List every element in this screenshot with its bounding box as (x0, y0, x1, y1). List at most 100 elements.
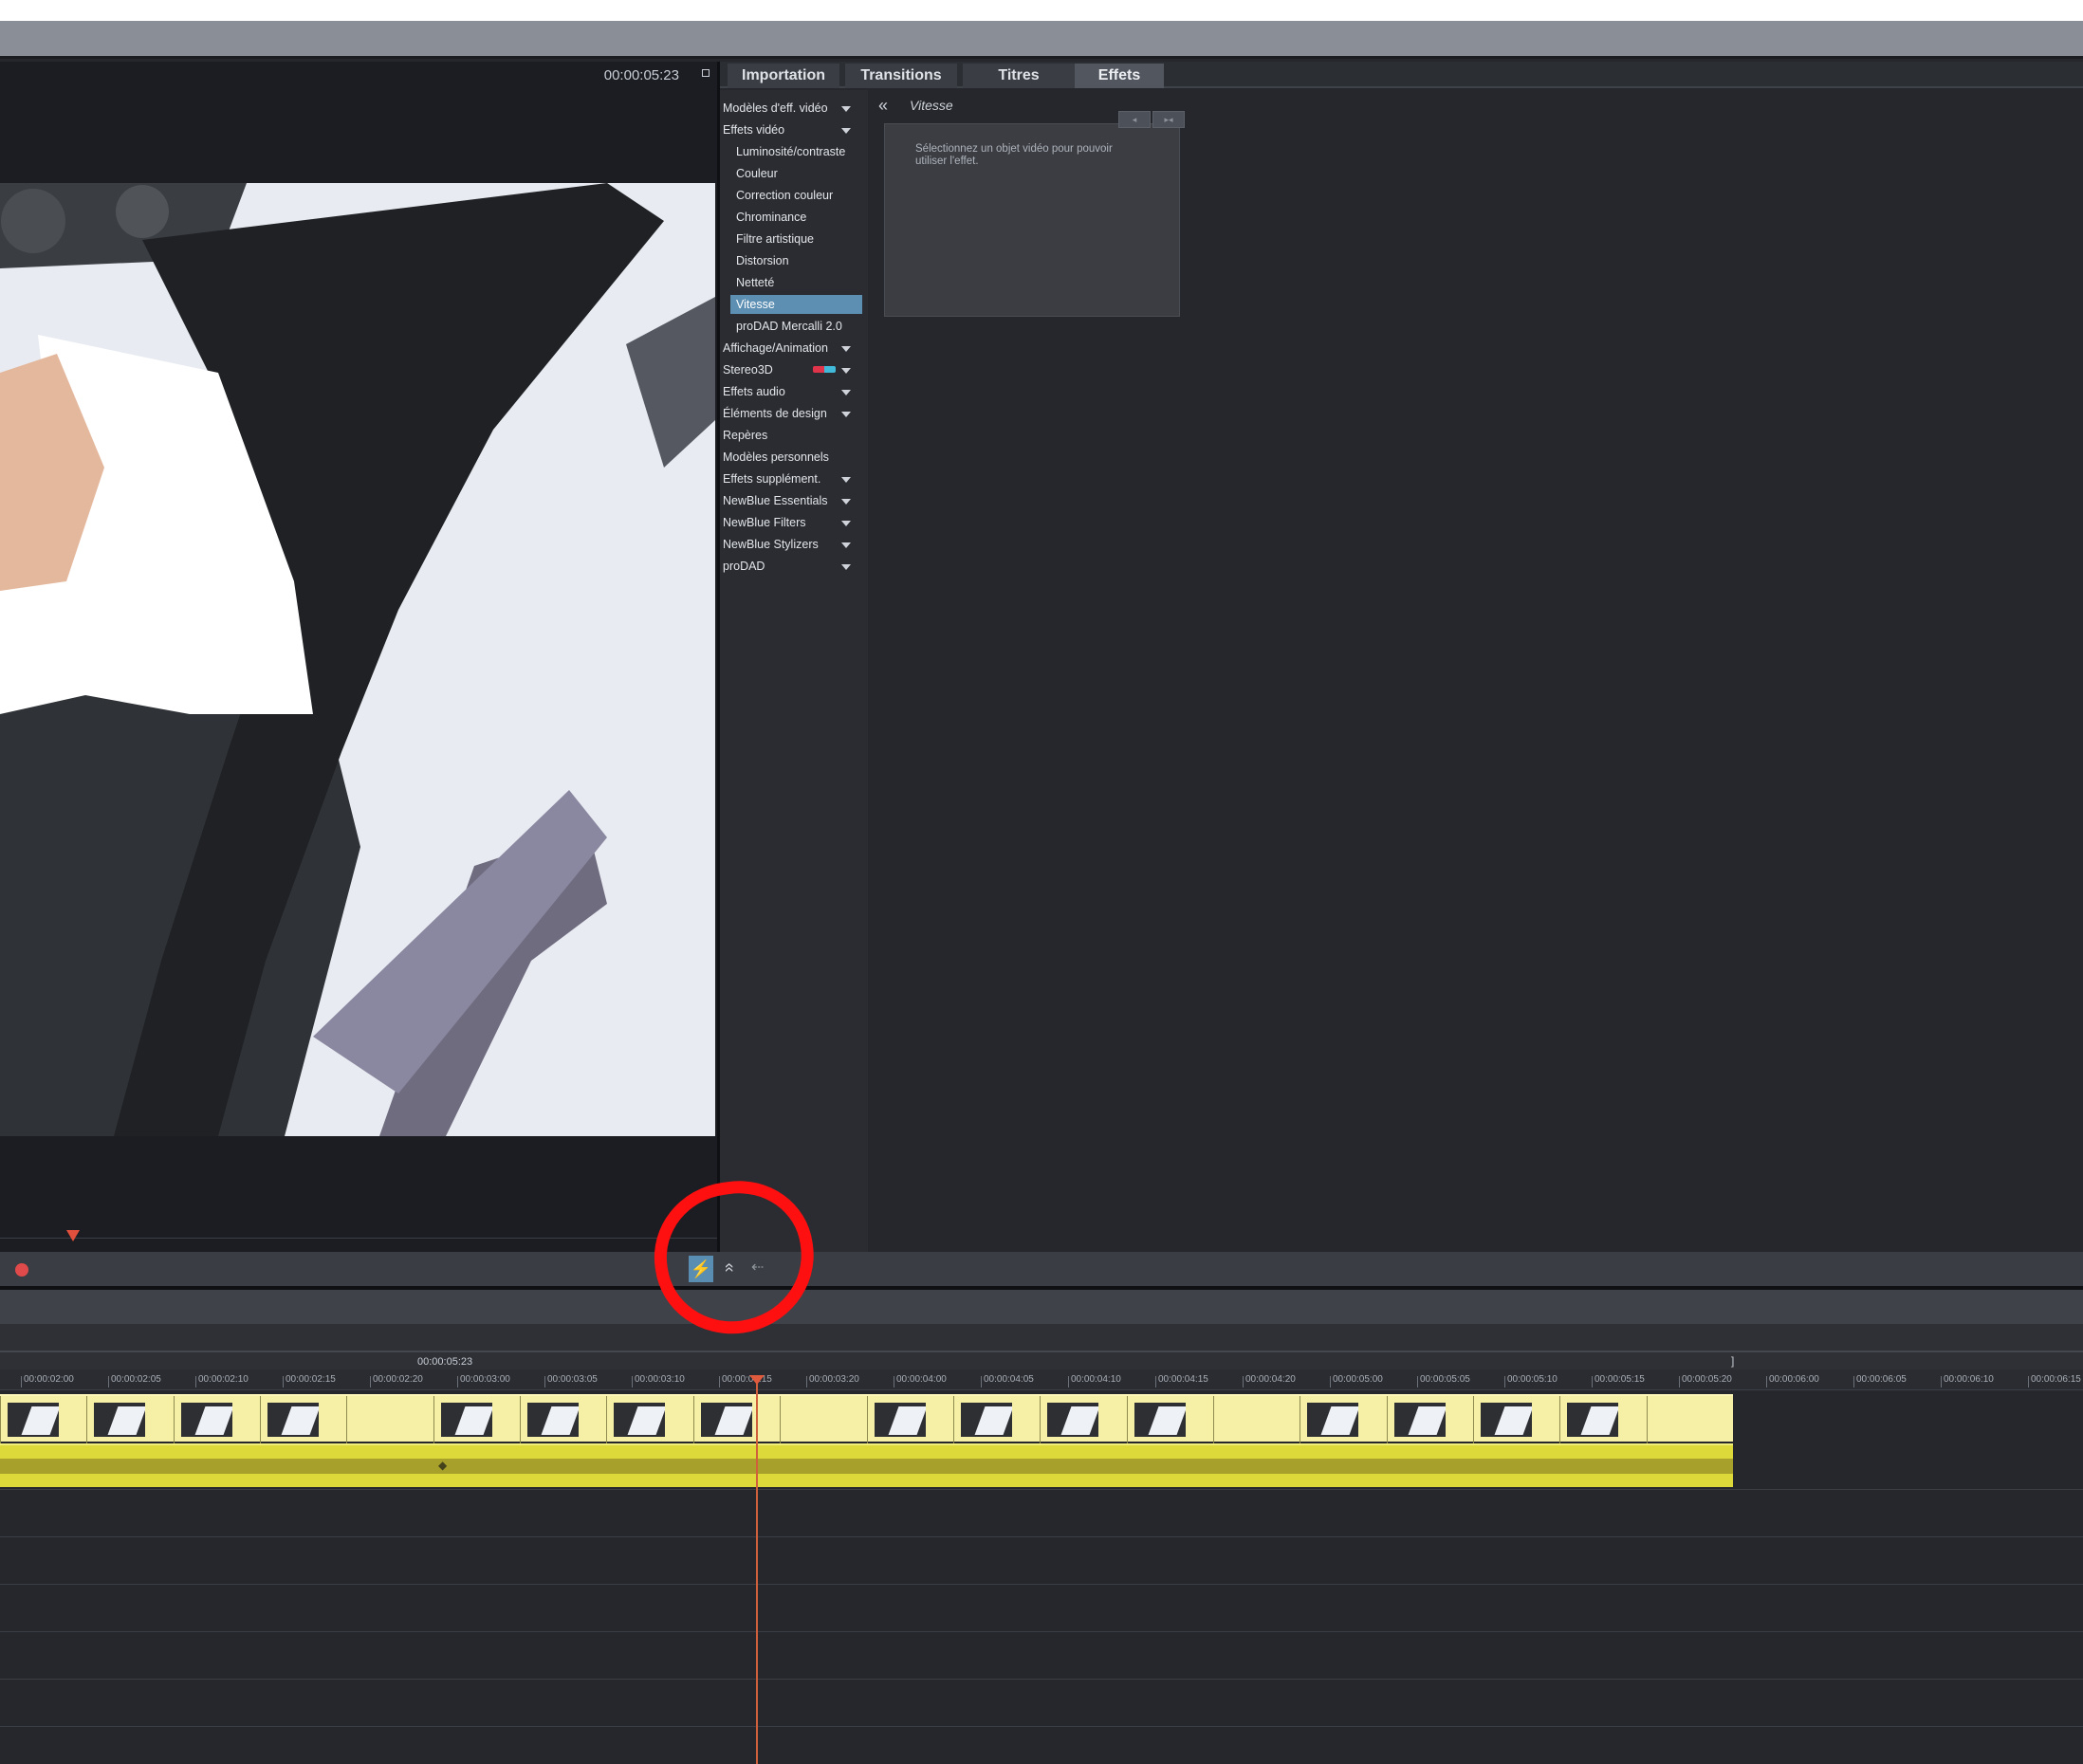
panel-next-button[interactable]: ▸◂ (1152, 111, 1185, 128)
tree-item-chrominance[interactable]: Chrominance (736, 208, 806, 227)
tree-item-label: Stereo3D (723, 363, 773, 377)
clip-boundary[interactable] (1213, 1396, 1214, 1443)
clip-thumbnail (1481, 1403, 1532, 1437)
tree-item-prodad-mercalli[interactable]: proDAD Mercalli 2.0 (736, 317, 842, 336)
tree-item-distorsion[interactable]: Distorsion (736, 251, 789, 270)
clip-thumbnail (1567, 1403, 1618, 1437)
tree-item-effets-video[interactable]: Effets vidéo (723, 120, 851, 139)
ruler-tick-label: 00:00:06:00 (1766, 1374, 1819, 1387)
clip-thumbnail (1394, 1403, 1446, 1437)
clip-boundary[interactable] (346, 1396, 347, 1443)
tree-item-effets-supplement[interactable]: Effets supplément. (723, 469, 851, 488)
chevron-down-icon (841, 412, 851, 417)
monitor-scrub-bar[interactable] (0, 1238, 717, 1251)
record-icon[interactable] (15, 1263, 28, 1277)
ruler-tick-label: 00:00:05:15 (1592, 1374, 1645, 1387)
tree-item-vitesse[interactable]: Vitesse (730, 295, 862, 314)
track-divider (0, 1536, 2083, 1537)
timeline: 00:00:05:23 ] 00:00:02:00 00:00:02:05 00:0… (0, 1351, 2083, 1764)
clip-boundary[interactable] (260, 1396, 261, 1443)
playhead-marker[interactable] (749, 1375, 765, 1385)
timeline-position-bar[interactable]: 00:00:05:23 ] (0, 1351, 2083, 1369)
clip-boundary[interactable] (174, 1396, 175, 1443)
tree-item-label: Affichage/Animation (723, 341, 828, 355)
clip-boundary[interactable] (1473, 1396, 1474, 1443)
ruler-tick-label: 00:00:03:00 (457, 1374, 510, 1387)
tree-item-label: Effets audio (723, 385, 785, 398)
ruler-tick-label: 00:00:06:10 (1941, 1374, 1994, 1387)
tree-item-newblue-stylizers[interactable]: NewBlue Stylizers (723, 535, 851, 554)
tree-item-correction-couleur[interactable]: Correction couleur (736, 186, 833, 205)
back-double-chevron-icon[interactable]: « (878, 96, 888, 116)
tab-importation[interactable]: Importation (728, 64, 839, 88)
ruler-tick-label: 00:00:04:20 (1243, 1374, 1296, 1387)
clip-boundary[interactable] (1387, 1396, 1388, 1443)
chevron-down-icon (841, 521, 851, 526)
video-track-clip-strip[interactable] (0, 1394, 1733, 1443)
toolbar (0, 21, 2083, 59)
tab-transitions[interactable]: Transitions (845, 64, 957, 88)
clip-thumbnail (961, 1403, 1012, 1437)
chevron-down-icon (841, 390, 851, 395)
timeline-header-strip (0, 1324, 2083, 1351)
tree-item-prodad[interactable]: proDAD (723, 557, 851, 576)
playhead[interactable] (756, 1375, 758, 1764)
audio-track-clip-strip[interactable]: ◆ (0, 1443, 1733, 1487)
preview-monitor: 00:00:05:23 (0, 62, 717, 1252)
tab-effets[interactable]: Effets (1075, 64, 1164, 88)
tree-item-label: NewBlue Stylizers (723, 538, 819, 551)
tree-item-reperes[interactable]: Repères (723, 426, 767, 445)
tree-item-newblue-essentials[interactable]: NewBlue Essentials (723, 491, 851, 510)
tree-item-effets-audio[interactable]: Effets audio (723, 382, 851, 401)
tree-item-filtre-artistique[interactable]: Filtre artistique (736, 230, 814, 248)
track-divider (0, 1489, 2083, 1490)
effect-settings-panel: ◂ ▸◂ Sélectionnez un objet vidéo pour po… (884, 111, 1185, 317)
ruler-tick-label: 00:00:04:15 (1155, 1374, 1208, 1387)
clip-boundary[interactable] (86, 1396, 87, 1443)
clip-boundary[interactable] (433, 1396, 434, 1443)
tree-item-newblue-filters[interactable]: NewBlue Filters (723, 513, 851, 532)
video-frame-image (0, 183, 715, 1136)
panel-prev-button[interactable]: ◂ (1118, 111, 1151, 128)
monitor-undock-icon[interactable] (702, 69, 710, 77)
tree-item-modeles-eff-video[interactable]: Modèles d'eff. vidéo (723, 99, 851, 118)
clip-boundary[interactable] (693, 1396, 694, 1443)
tree-item-affichage-animation[interactable]: Affichage/Animation (723, 339, 851, 358)
ruler-tick-label: 00:00:04:10 (1068, 1374, 1121, 1387)
effect-breadcrumb-title: Vitesse (910, 98, 953, 113)
ruler-tick-label: 00:00:05:10 (1504, 1374, 1558, 1387)
chevron-down-icon (841, 128, 851, 134)
tree-item-luminosite-contraste[interactable]: Luminosité/contraste (736, 142, 845, 161)
clip-boundary[interactable] (520, 1396, 521, 1443)
clip-boundary[interactable] (953, 1396, 954, 1443)
ruler-tick-label: 00:00:02:00 (21, 1374, 74, 1387)
title-bar (0, 0, 2083, 21)
clip-thumbnail (1134, 1403, 1186, 1437)
chevron-down-icon (841, 477, 851, 483)
clip-boundary[interactable] (1040, 1396, 1041, 1443)
tree-item-nettete[interactable]: Netteté (736, 273, 774, 292)
timeline-ruler[interactable]: 00:00:02:00 00:00:02:05 00:00:02:10 00:00:0… (0, 1369, 2083, 1390)
ruler-tick-label: 00:00:02:05 (108, 1374, 161, 1387)
ruler-tick-label: 00:00:05:20 (1679, 1374, 1732, 1387)
scrub-position-marker[interactable] (66, 1230, 80, 1241)
clip-thumbnail (1047, 1403, 1098, 1437)
tree-item-modeles-personnels[interactable]: Modèles personnels (723, 448, 829, 467)
control-strip: ⚡ « ⇠ (0, 1252, 2083, 1286)
clip-boundary[interactable] (1647, 1396, 1648, 1443)
clip-boundary[interactable] (606, 1396, 607, 1443)
clip-boundary[interactable] (1559, 1396, 1560, 1443)
tree-item-couleur[interactable]: Couleur (736, 164, 778, 183)
tab-titres[interactable]: Titres (963, 64, 1075, 88)
clip-boundary[interactable] (0, 1396, 1, 1443)
clip-boundary[interactable] (867, 1396, 868, 1443)
clip-boundary[interactable] (1127, 1396, 1128, 1443)
clip-boundary[interactable] (780, 1396, 781, 1443)
effects-category-tree: Modèles d'eff. vidéo Effets vidéo Lumino… (720, 90, 868, 1252)
volume-handle-icon[interactable]: ◆ (438, 1459, 447, 1472)
tree-item-stereo3d[interactable]: Stereo3D (723, 360, 851, 379)
range-end-marker[interactable]: ] (1731, 1354, 1734, 1368)
clip-thumbnail (181, 1403, 232, 1437)
ruler-tick-label: 00:00:03:05 (544, 1374, 598, 1387)
tree-item-elements-de-design[interactable]: Éléments de design (723, 404, 851, 423)
